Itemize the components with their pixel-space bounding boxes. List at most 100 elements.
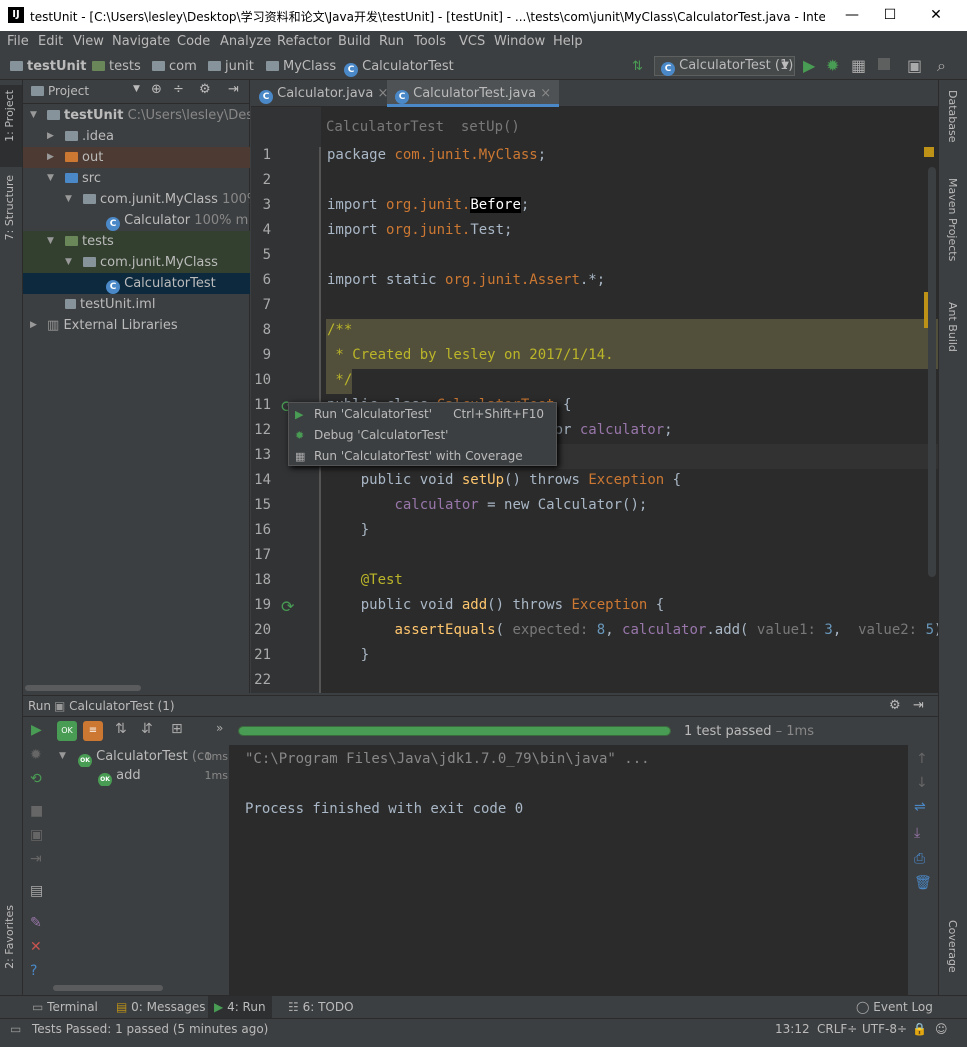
code-editor[interactable]: CalculatorTest setUp() 1 2 3 4 5 6 7 8 9… xyxy=(251,107,938,693)
test-method-row[interactable]: OK add 1ms xyxy=(53,765,230,786)
layout-icon[interactable]: ▤ xyxy=(30,883,43,899)
exit-icon[interactable]: ⇥ xyxy=(30,851,42,867)
menu-help[interactable]: Help xyxy=(553,34,583,49)
tree-item-tests[interactable]: ▼ tests xyxy=(23,231,250,252)
sort-duration-icon[interactable]: ⇵ xyxy=(141,721,153,737)
close-tab-icon[interactable]: × xyxy=(540,86,551,101)
vertical-scrollbar[interactable] xyxy=(928,167,936,577)
tree-item-calculator[interactable]: C Calculator 100% m xyxy=(23,210,250,231)
horizontal-scrollbar[interactable] xyxy=(53,985,163,991)
tree-item-iml[interactable]: testUnit.iml xyxy=(23,294,250,315)
print-icon[interactable]: ⎙ xyxy=(914,851,925,867)
tab-project[interactable]: 1: Project xyxy=(3,90,16,142)
caret-position[interactable]: 13:12 xyxy=(775,1022,810,1036)
menu-tools[interactable]: Tools xyxy=(414,34,446,49)
menu-refactor[interactable]: Refactor xyxy=(277,34,332,49)
tree-item-src-package[interactable]: ▼ com.junit.MyClass 100% xyxy=(23,189,250,210)
popup-run-item[interactable]: ▶ Run 'CalculatorTest' Ctrl+Shift+F10 xyxy=(289,404,556,425)
rerun-failed-icon[interactable]: ⟲ xyxy=(30,771,42,787)
trash-icon[interactable]: 🗑 xyxy=(914,875,932,891)
rerun-icon[interactable]: ▶ xyxy=(31,722,42,738)
tab-todo[interactable]: ☷ 6: TODO xyxy=(288,1000,354,1014)
horizontal-scrollbar[interactable] xyxy=(25,685,141,691)
status-layout-icon[interactable]: ▭ xyxy=(10,1022,21,1036)
lock-icon[interactable]: 🔒 xyxy=(912,1022,927,1036)
run-config-tab[interactable]: ▣ CalculatorTest (1) xyxy=(54,699,175,713)
more-icon[interactable]: » xyxy=(216,721,223,735)
tab-structure[interactable]: 7: Structure xyxy=(3,175,16,240)
tree-item-external-libraries[interactable]: ▶ ▥ External Libraries xyxy=(23,315,250,336)
search-icon[interactable]: ⌕ xyxy=(937,56,946,76)
expand-all-icon[interactable]: ⊞ xyxy=(171,721,183,737)
show-passed-icon[interactable]: OK xyxy=(57,721,77,741)
console-output[interactable]: "C:\Program Files\Java\jdk1.7.0_79\bin\j… xyxy=(230,745,908,995)
tab-calculator-java[interactable]: C Calculator.java × xyxy=(251,80,396,107)
collapse-icon[interactable]: ÷ xyxy=(173,82,184,97)
tab-database[interactable]: Database xyxy=(946,90,959,143)
project-structure-icon[interactable]: ▣ xyxy=(907,56,922,75)
tree-item-idea[interactable]: ▶ .idea xyxy=(23,126,250,147)
chevron-down-icon[interactable]: ▼ xyxy=(133,84,140,94)
run-config-select[interactable]: C CalculatorTest (1) ▼ xyxy=(654,56,795,76)
tab-favorites[interactable]: 2: Favorites xyxy=(3,905,16,969)
tree-item-calculatortest[interactable]: C CalculatorTest xyxy=(23,273,250,294)
menu-edit[interactable]: Edit xyxy=(38,34,63,49)
run-test-gutter-icon[interactable]: ⟳ xyxy=(281,597,294,616)
tree-item-out[interactable]: ▶ out xyxy=(23,147,250,168)
test-class-row[interactable]: ▼ OK CalculatorTest (co 1ms xyxy=(53,746,230,767)
menu-file[interactable]: File xyxy=(7,34,29,49)
down-arrow-icon[interactable]: ↓ xyxy=(916,775,928,791)
menu-navigate[interactable]: Navigate xyxy=(112,34,170,49)
menu-run[interactable]: Run xyxy=(379,34,404,49)
line-separator[interactable]: CRLF÷ xyxy=(817,1022,857,1036)
event-log-button[interactable]: ◯ Event Log xyxy=(856,1000,933,1014)
tab-maven-projects[interactable]: Maven Projects xyxy=(946,178,959,261)
stop-icon[interactable] xyxy=(878,58,890,70)
pin-icon[interactable]: ✎ xyxy=(30,915,42,931)
tab-coverage[interactable]: Coverage xyxy=(946,920,959,973)
dump-icon[interactable]: ▣ xyxy=(30,827,43,843)
menu-window[interactable]: Window xyxy=(494,34,545,49)
soft-wrap-icon[interactable]: ⇌ xyxy=(914,799,926,815)
menu-view[interactable]: View xyxy=(73,34,104,49)
help-icon[interactable]: ? xyxy=(30,963,37,979)
tree-item-src[interactable]: ▼ src xyxy=(23,168,250,189)
breadcrumb-com[interactable]: com xyxy=(152,59,197,74)
menu-build[interactable]: Build xyxy=(338,34,371,49)
scroll-to-end-icon[interactable]: ⤓ xyxy=(914,825,920,841)
popup-coverage-item[interactable]: ▦ Run 'CalculatorTest' with Coverage xyxy=(289,446,556,467)
sort-alpha-icon[interactable]: ⇅ xyxy=(115,721,127,737)
breadcrumb-myclass[interactable]: MyClass xyxy=(266,59,336,74)
tab-calculatortest-java[interactable]: C CalculatorTest.java × xyxy=(387,80,560,107)
tree-item-testunit[interactable]: ▼ testUnit C:\Users\lesley\Desktop xyxy=(23,105,250,126)
run-icon[interactable]: ▶ xyxy=(803,56,815,75)
breadcrumb-tests[interactable]: tests xyxy=(92,59,141,74)
menu-analyze[interactable]: Analyze xyxy=(220,34,271,49)
hide-icon[interactable]: ⇥ xyxy=(913,698,924,713)
tab-ant-build[interactable]: Ant Build xyxy=(946,302,959,352)
breadcrumb-calculatortest[interactable]: C CalculatorTest xyxy=(344,59,454,77)
tab-messages[interactable]: ▤ 0: Messages xyxy=(116,1000,206,1014)
close-icon[interactable]: ✕ xyxy=(913,0,959,31)
up-arrow-icon[interactable]: ↑ xyxy=(916,751,928,767)
gear-icon[interactable]: ⚙ xyxy=(889,698,901,713)
tab-terminal[interactable]: ▭ Terminal xyxy=(32,1000,98,1014)
tab-run[interactable]: ▶ 4: Run xyxy=(208,996,272,1018)
locate-icon[interactable]: ⊕ xyxy=(151,82,162,97)
debug-icon[interactable]: ✹ xyxy=(826,56,839,75)
show-ignored-icon[interactable]: ≡ xyxy=(83,721,103,741)
stop-icon[interactable]: ■ xyxy=(30,803,43,819)
hide-icon[interactable]: ⇥ xyxy=(228,82,239,97)
file-encoding[interactable]: UTF-8÷ xyxy=(862,1022,907,1036)
project-view-select[interactable]: Project xyxy=(31,84,89,98)
breadcrumb-junit[interactable]: junit xyxy=(208,59,254,74)
build-icon[interactable]: ⇅ xyxy=(632,59,643,74)
maximize-icon[interactable]: ☐ xyxy=(867,0,913,31)
breadcrumb-project[interactable]: testUnit xyxy=(10,59,86,74)
tree-item-tests-package[interactable]: ▼ com.junit.MyClass xyxy=(23,252,250,273)
gear-icon[interactable]: ⚙ xyxy=(199,82,211,97)
popup-debug-item[interactable]: ✹ Debug 'CalculatorTest' xyxy=(289,425,556,446)
inspection-marker[interactable] xyxy=(924,147,934,157)
menu-code[interactable]: Code xyxy=(177,34,210,49)
debug-icon[interactable]: ✹ xyxy=(30,747,42,763)
